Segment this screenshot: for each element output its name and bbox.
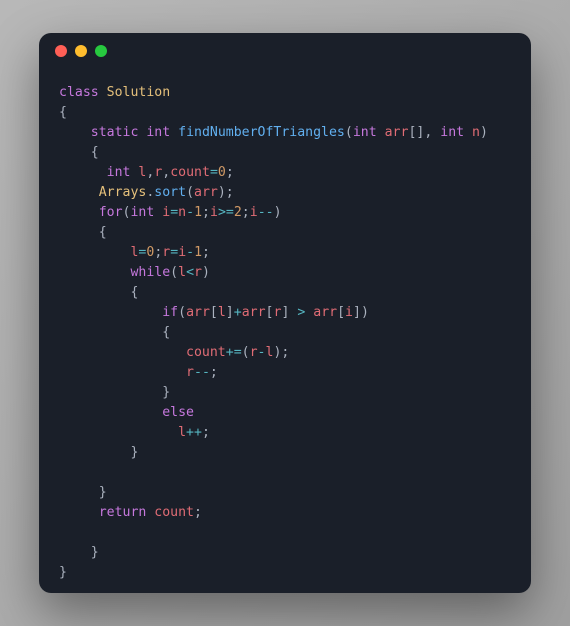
- num: 2: [234, 205, 242, 220]
- code-content: class Solution { static int findNumberOf…: [39, 69, 531, 593]
- kw-int: int: [107, 165, 131, 180]
- var-arr: arr: [194, 185, 218, 200]
- var-l: l: [178, 425, 186, 440]
- p: (: [186, 185, 194, 200]
- var-i: i: [210, 205, 218, 220]
- var-arr: arr: [313, 305, 337, 320]
- kw-int: int: [130, 205, 154, 220]
- var-r: r: [250, 345, 258, 360]
- op-plus: +: [234, 305, 242, 320]
- b: ]: [281, 305, 289, 320]
- fn-name: findNumberOfTriangles: [178, 125, 345, 140]
- c: ,: [424, 125, 432, 140]
- titlebar: [39, 33, 531, 69]
- kw-int: int: [440, 125, 464, 140]
- p: ): [274, 205, 282, 220]
- p: ): [218, 185, 226, 200]
- num: 1: [194, 205, 202, 220]
- var-n: n: [472, 125, 480, 140]
- brace: }: [59, 565, 67, 580]
- p: ): [202, 265, 210, 280]
- op-gt: >: [297, 305, 305, 320]
- var-i: i: [345, 305, 353, 320]
- kw-int: int: [146, 125, 170, 140]
- op-minus: -: [258, 345, 266, 360]
- kw-int: int: [353, 125, 377, 140]
- semi: ;: [194, 505, 202, 520]
- p: ): [361, 305, 369, 320]
- brace: {: [99, 225, 107, 240]
- brace: {: [59, 105, 67, 120]
- semi: ;: [226, 185, 234, 200]
- var-count: count: [154, 505, 194, 520]
- maximize-icon[interactable]: [95, 45, 107, 57]
- b: ]: [353, 305, 361, 320]
- var-arr: arr: [242, 305, 266, 320]
- op-eq: =: [210, 165, 218, 180]
- semi: ;: [202, 245, 210, 260]
- semi: ;: [210, 365, 218, 380]
- var-i: i: [250, 205, 258, 220]
- op-dec: --: [194, 365, 210, 380]
- op-minus: -: [186, 205, 194, 220]
- brace: {: [162, 325, 170, 340]
- kw-class: class: [59, 85, 99, 100]
- var-arr: arr: [385, 125, 409, 140]
- var-n: n: [178, 205, 186, 220]
- kw-while: while: [130, 265, 170, 280]
- var-arr: arr: [186, 305, 210, 320]
- brace: }: [130, 445, 138, 460]
- brace: }: [99, 485, 107, 500]
- op-pluseq: +=: [226, 345, 242, 360]
- op-inc: ++: [186, 425, 202, 440]
- op-lt: <: [186, 265, 194, 280]
- var-i: i: [178, 245, 186, 260]
- code-window: class Solution { static int findNumberOf…: [39, 33, 531, 593]
- kw-for: for: [99, 205, 123, 220]
- kw-else: else: [162, 405, 194, 420]
- brace: }: [91, 545, 99, 560]
- b: [: [337, 305, 345, 320]
- semi: ;: [242, 205, 250, 220]
- op-minus: -: [186, 245, 194, 260]
- var-count: count: [170, 165, 210, 180]
- p: (: [170, 265, 178, 280]
- kw-return: return: [99, 505, 147, 520]
- b: [: [210, 305, 218, 320]
- p: (: [345, 125, 353, 140]
- p: (: [178, 305, 186, 320]
- minimize-icon[interactable]: [75, 45, 87, 57]
- op-ge: >=: [218, 205, 234, 220]
- var-l: l: [178, 265, 186, 280]
- op-eq: =: [170, 245, 178, 260]
- var-r: r: [194, 265, 202, 280]
- p: ): [480, 125, 488, 140]
- cls-arrays: Arrays: [99, 185, 147, 200]
- brace: {: [91, 145, 99, 160]
- b: ]: [226, 305, 234, 320]
- var-l: l: [218, 305, 226, 320]
- p: (: [242, 345, 250, 360]
- kw-static: static: [91, 125, 139, 140]
- brace: {: [130, 285, 138, 300]
- op-eq: =: [170, 205, 178, 220]
- semi: ;: [202, 425, 210, 440]
- num: 0: [218, 165, 226, 180]
- brace: }: [162, 385, 170, 400]
- class-name: Solution: [107, 85, 171, 100]
- num: 1: [194, 245, 202, 260]
- fn-sort: sort: [154, 185, 186, 200]
- var-count: count: [186, 345, 226, 360]
- semi: ;: [281, 345, 289, 360]
- close-icon[interactable]: [55, 45, 67, 57]
- op-dec: --: [258, 205, 274, 220]
- semi: ;: [226, 165, 234, 180]
- semi: ;: [202, 205, 210, 220]
- var-r: r: [186, 365, 194, 380]
- kw-if: if: [162, 305, 178, 320]
